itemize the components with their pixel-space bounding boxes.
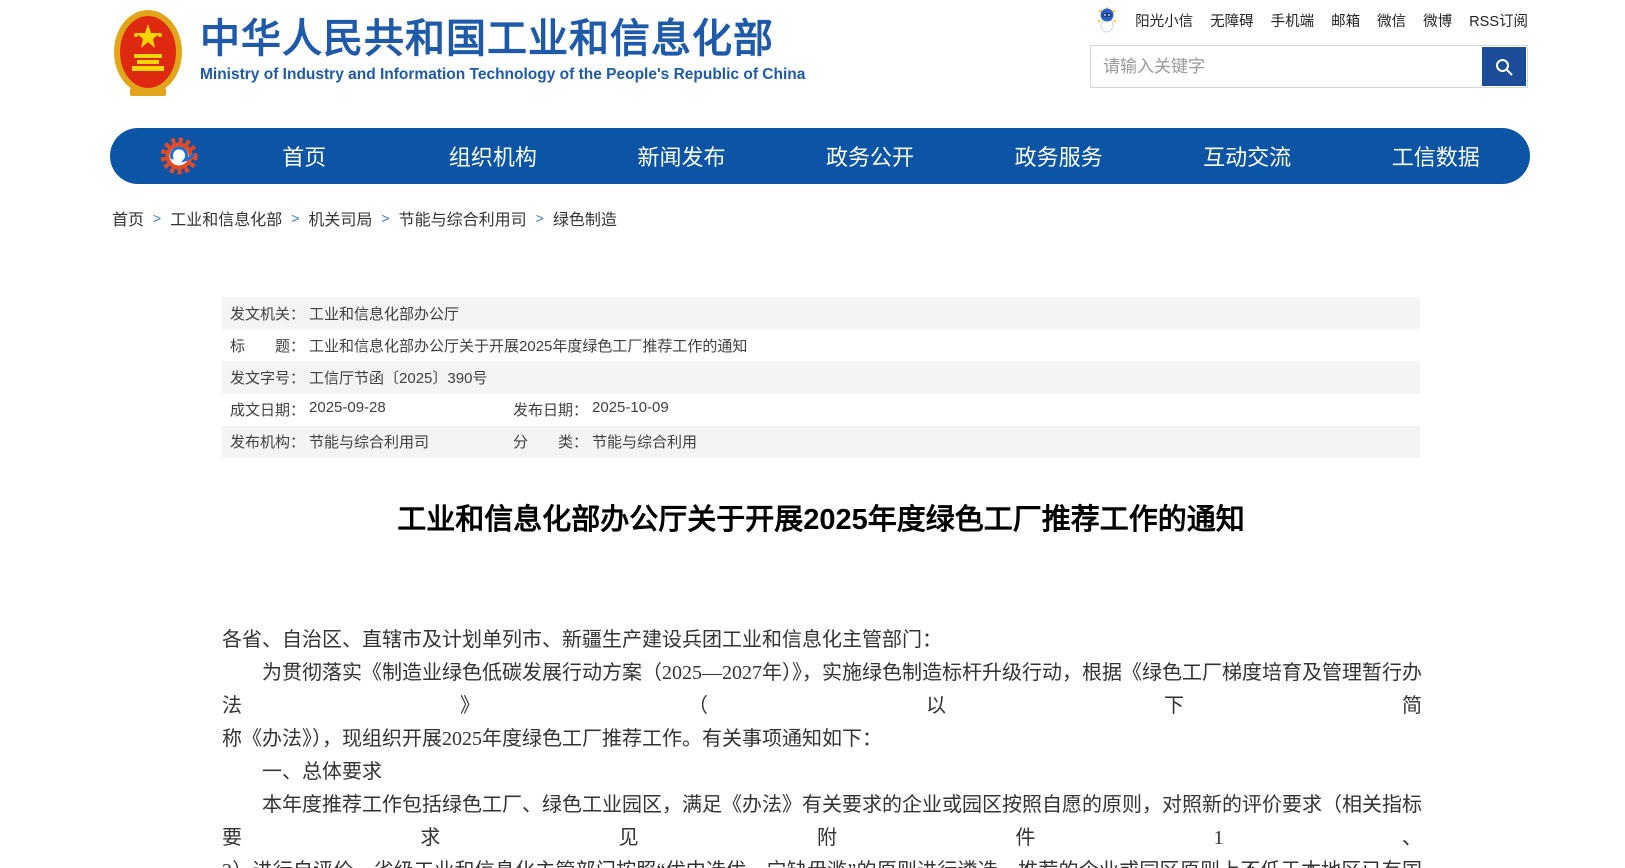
header-quick-links: 阳光小信 无障碍 手机端 邮箱 微信 微博 RSS订阅 bbox=[1096, 7, 1528, 33]
meta-row-org-category: 发布机构： 节能与综合利用司 分 类： 节能与综合利用 bbox=[222, 426, 1420, 458]
quick-link-mobile[interactable]: 手机端 bbox=[1271, 10, 1315, 31]
quick-link-weibo[interactable]: 微博 bbox=[1423, 10, 1452, 31]
meta-value: 工信厅节函〔2025〕390号 bbox=[309, 367, 487, 388]
mascot-robot-icon bbox=[1096, 7, 1118, 33]
body-line: 2）进行自评价。省级工业和信息化主管部门按照“优中选优、宁缺毋滥”的原则进行遴选… bbox=[222, 855, 1422, 868]
quick-link-wechat[interactable]: 微信 bbox=[1377, 10, 1406, 31]
meta-value: 工业和信息化部办公厅 bbox=[309, 303, 459, 324]
search-input[interactable] bbox=[1091, 46, 1481, 87]
meta-label: 标 题： bbox=[230, 335, 305, 356]
meta-value: 节能与综合利用司 bbox=[309, 431, 429, 452]
body-section-heading: 一、总体要求 bbox=[222, 756, 1422, 789]
site-title-chinese: 中华人民共和国工业和信息化部 bbox=[200, 16, 805, 62]
document-meta-table: 发文机关： 工业和信息化部办公厅 标 题： 工业和信息化部办公厅关于开展2025… bbox=[222, 297, 1420, 458]
nav-item-interaction[interactable]: 互动交流 bbox=[1153, 140, 1342, 172]
meta-label: 发文机关： bbox=[230, 303, 305, 324]
nav-item-miit-data[interactable]: 工信数据 bbox=[1341, 140, 1530, 172]
nav-item-gov-disclosure[interactable]: 政务公开 bbox=[776, 140, 965, 172]
body-line-salutation: 各省、自治区、直辖市及计划单列市、新疆生产建设兵团工业和信息化主管部门： bbox=[222, 624, 1422, 657]
search-bar bbox=[1090, 45, 1528, 88]
meta-label: 发文字号： bbox=[230, 367, 305, 388]
main-nav: 首页 组织机构 新闻发布 政务公开 政务服务 互动交流 工信数据 bbox=[110, 128, 1530, 184]
nav-item-news[interactable]: 新闻发布 bbox=[587, 140, 776, 172]
meta-value: 工业和信息化部办公厅关于开展2025年度绿色工厂推荐工作的通知 bbox=[309, 335, 747, 356]
meta-row-doc-number: 发文字号： 工信厅节函〔2025〕390号 bbox=[222, 361, 1420, 393]
breadcrumb-energy-dept[interactable]: 节能与综合利用司 bbox=[399, 206, 527, 230]
meta-label: 分 类： bbox=[513, 431, 588, 452]
body-line: 本年度推荐工作包括绿色工厂、绿色工业园区，满足《办法》有关要求的企业或园区按照自… bbox=[222, 789, 1422, 855]
quick-link-mail[interactable]: 邮箱 bbox=[1331, 10, 1360, 31]
national-emblem-icon bbox=[112, 8, 184, 102]
breadcrumb-separator: > bbox=[536, 210, 544, 226]
quick-link-rss[interactable]: RSS订阅 bbox=[1469, 10, 1528, 31]
body-line: 称《办法》），现组织开展2025年度绿色工厂推荐工作。有关事项通知如下： bbox=[222, 723, 1422, 756]
search-icon bbox=[1494, 57, 1514, 77]
breadcrumb-green-manufacturing[interactable]: 绿色制造 bbox=[553, 206, 617, 230]
national-emblem-logo bbox=[112, 8, 184, 102]
meta-value: 2025-10-09 bbox=[592, 399, 669, 420]
breadcrumb-home[interactable]: 首页 bbox=[112, 206, 144, 230]
nav-item-organization[interactable]: 组织机构 bbox=[399, 140, 588, 172]
site-titles: 中华人民共和国工业和信息化部 Ministry of Industry and … bbox=[200, 16, 805, 84]
breadcrumb-miit[interactable]: 工业和信息化部 bbox=[170, 206, 282, 230]
nav-item-gov-services[interactable]: 政务服务 bbox=[964, 140, 1153, 172]
meta-value: 2025-09-28 bbox=[309, 399, 386, 420]
meta-label: 发布日期： bbox=[513, 399, 588, 420]
meta-value: 节能与综合利用 bbox=[592, 431, 697, 452]
breadcrumb-separator: > bbox=[291, 210, 299, 226]
meta-row-issuing-office: 发文机关： 工业和信息化部办公厅 bbox=[222, 297, 1420, 329]
breadcrumb-departments[interactable]: 机关司局 bbox=[308, 206, 372, 230]
breadcrumb: 首页 > 工业和信息化部 > 机关司局 > 节能与综合利用司 > 绿色制造 bbox=[112, 206, 617, 230]
search-button[interactable] bbox=[1482, 47, 1526, 86]
quick-link-accessibility[interactable]: 无障碍 bbox=[1210, 10, 1254, 31]
body-line: 为贯彻落实《制造业绿色低碳发展行动方案（2025—2027年）》，实施绿色制造标… bbox=[222, 657, 1422, 723]
nav-item-home[interactable]: 首页 bbox=[210, 140, 399, 172]
site-title-english: Ministry of Industry and Information Tec… bbox=[200, 66, 805, 84]
page: 中华人民共和国工业和信息化部 Ministry of Industry and … bbox=[0, 0, 1625, 868]
breadcrumb-separator: > bbox=[153, 210, 161, 226]
meta-row-title: 标 题： 工业和信息化部办公厅关于开展2025年度绿色工厂推荐工作的通知 bbox=[222, 329, 1420, 361]
document-body: 各省、自治区、直辖市及计划单列市、新疆生产建设兵团工业和信息化主管部门： 为贯彻… bbox=[222, 624, 1422, 868]
meta-row-dates: 成文日期： 2025-09-28 发布日期： 2025-10-09 bbox=[222, 394, 1420, 426]
meta-label: 成文日期： bbox=[230, 399, 305, 420]
miit-gear-logo-icon bbox=[158, 135, 200, 177]
breadcrumb-separator: > bbox=[381, 210, 389, 226]
quick-link-mascot[interactable]: 阳光小信 bbox=[1135, 10, 1193, 31]
meta-label: 发布机构： bbox=[230, 431, 305, 452]
document-title: 工业和信息化部办公厅关于开展2025年度绿色工厂推荐工作的通知 bbox=[222, 500, 1420, 540]
